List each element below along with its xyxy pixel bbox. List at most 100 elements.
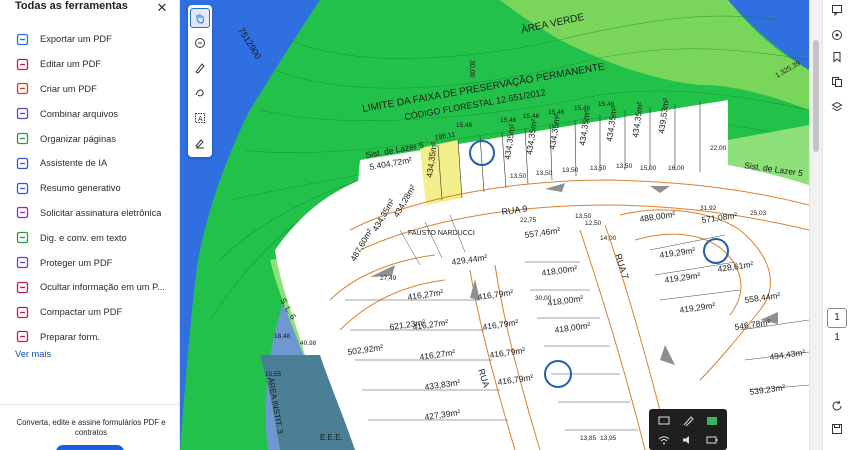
organize-pages-icon bbox=[16, 132, 29, 145]
dimension-label: 25,03 bbox=[750, 210, 767, 217]
tool-item-label: Dig. e conv. em texto bbox=[40, 232, 127, 243]
tool-item-label: Ocultar informação em um P... bbox=[40, 282, 165, 293]
current-page-input[interactable]: 1 bbox=[827, 308, 847, 328]
ai-chat-icon[interactable] bbox=[829, 27, 845, 43]
svg-text:A: A bbox=[198, 116, 203, 123]
all-tools-panel: Todas as ferramentas ✕ Exportar um PDF Ed… bbox=[0, 0, 180, 450]
tool-item-label: Resumo generativo bbox=[40, 183, 121, 194]
compress-pdf-icon bbox=[16, 306, 29, 318]
tool-item[interactable]: Organizar páginas bbox=[0, 126, 180, 151]
scan-ocr-icon bbox=[16, 232, 29, 244]
dimension-label: 15,46 bbox=[548, 109, 565, 116]
dimension-label: 13,50 bbox=[562, 167, 579, 174]
fill-sign-icon[interactable] bbox=[190, 133, 210, 153]
create-pdf-icon bbox=[16, 83, 29, 95]
dimension-label: 15,46 bbox=[598, 101, 615, 108]
dimension-label: 14,00 bbox=[600, 235, 617, 242]
layers-icon[interactable] bbox=[829, 99, 845, 115]
dimension-label: 15,46 bbox=[500, 117, 517, 124]
tool-item-label: Editar um PDF bbox=[40, 59, 101, 70]
total-pages: 1 bbox=[834, 332, 840, 343]
redact-icon bbox=[16, 281, 29, 294]
pen-icon[interactable] bbox=[681, 415, 695, 427]
dimension-label: 16,00 bbox=[668, 165, 685, 172]
ai-assistant-icon bbox=[16, 157, 29, 170]
tool-item[interactable]: Preparar form. bbox=[0, 325, 180, 350]
close-icon[interactable]: ✕ bbox=[156, 1, 168, 14]
watermark-text: FAUSTO NARDUCCI bbox=[408, 230, 475, 237]
system-tray-popup bbox=[649, 409, 727, 450]
dimension-label: 15,55 bbox=[265, 371, 282, 378]
add-comment-icon[interactable] bbox=[190, 33, 210, 53]
cast-icon[interactable] bbox=[657, 415, 671, 427]
tool-item[interactable]: Solicitar assinatura eletrônica bbox=[0, 201, 180, 226]
dimension-label: 22,75 bbox=[520, 217, 537, 224]
right-side-rail: 1 1 bbox=[822, 0, 850, 450]
dimension-label: 40,98 bbox=[300, 340, 317, 347]
dimension-label: 12,50 bbox=[585, 220, 602, 227]
label-dist-30: 30,00 bbox=[468, 60, 475, 78]
dimension-label: 13,50 bbox=[575, 213, 592, 220]
dimension-label: 30,00 bbox=[535, 295, 552, 302]
protect-pdf-icon bbox=[16, 256, 29, 269]
thumbnails-icon[interactable] bbox=[829, 74, 845, 90]
refresh-icon[interactable] bbox=[829, 398, 845, 414]
tool-item-label: Exportar um PDF bbox=[40, 34, 112, 45]
tool-item[interactable]: Ocultar informação em um P... bbox=[0, 275, 180, 300]
highlight-pen-icon[interactable] bbox=[190, 58, 210, 78]
dimension-label: 15,00 bbox=[640, 165, 657, 172]
dimension-label: 13,85 bbox=[580, 435, 597, 442]
tool-item[interactable]: Compactar um PDF bbox=[0, 300, 180, 325]
tool-item-label: Solicitar assinatura eletrônica bbox=[40, 207, 162, 218]
dimension-label: 15,46 bbox=[456, 122, 473, 129]
promo-button[interactable] bbox=[56, 445, 124, 450]
vertical-scrollbar[interactable] bbox=[809, 0, 822, 450]
battery-icon[interactable] bbox=[705, 434, 719, 446]
export-pdf-icon bbox=[16, 33, 29, 46]
tool-item[interactable]: Criar um PDF bbox=[0, 77, 180, 102]
tool-item-label: Preparar form. bbox=[40, 331, 100, 342]
draw-icon[interactable] bbox=[190, 83, 210, 103]
tool-item-label: Compactar um PDF bbox=[40, 307, 123, 318]
app-icon[interactable] bbox=[705, 415, 719, 427]
save-icon[interactable] bbox=[829, 421, 845, 437]
tool-list: Exportar um PDF Editar um PDF Criar um PDF… bbox=[0, 27, 180, 349]
bookmarks-icon[interactable] bbox=[829, 49, 845, 65]
dimension-label: 13,50 bbox=[510, 173, 527, 180]
annotation-tool-rail: A bbox=[188, 5, 212, 157]
tool-item[interactable]: Editar um PDF bbox=[0, 52, 180, 77]
tool-item[interactable]: Dig. e conv. em texto bbox=[0, 225, 180, 250]
dimension-label: 15,46 bbox=[574, 105, 591, 112]
document-viewport[interactable]: ÁREA VERDE LIMITE DA FAIXA DE PRESERVAÇÃ… bbox=[180, 0, 809, 450]
tool-item[interactable]: Combinar arquivos bbox=[0, 101, 180, 126]
tool-item-label: Proteger um PDF bbox=[40, 257, 113, 268]
request-signature-icon bbox=[16, 207, 29, 219]
see-more-link[interactable]: Ver mais bbox=[15, 349, 51, 359]
tool-item-label: Organizar páginas bbox=[40, 133, 116, 144]
text-select-icon[interactable]: A bbox=[190, 108, 210, 128]
panel-title: Todas as ferramentas bbox=[15, 0, 128, 12]
comments-icon[interactable] bbox=[829, 2, 845, 18]
hand-icon[interactable] bbox=[190, 8, 210, 28]
dimension-label: 27,49 bbox=[380, 275, 397, 282]
tool-item[interactable]: Assistente de IA bbox=[0, 151, 180, 176]
pdf-viewer-app: Todas as ferramentas ✕ Exportar um PDF Ed… bbox=[0, 0, 850, 450]
tool-item[interactable]: Resumo generativo bbox=[0, 176, 180, 201]
promo-text: Converta, edite e assine formulários PDF… bbox=[16, 418, 166, 437]
panel-divider bbox=[0, 404, 180, 405]
dimension-label: 13,50 bbox=[536, 170, 553, 177]
volume-icon[interactable] bbox=[681, 434, 695, 446]
label-eee: E.E.E. bbox=[320, 433, 343, 442]
tool-item-label: Assistente de IA bbox=[40, 158, 108, 169]
prepare-form-icon bbox=[16, 331, 29, 343]
tool-item[interactable]: Exportar um PDF bbox=[0, 27, 180, 52]
tool-item-label: Criar um PDF bbox=[40, 83, 97, 94]
dimension-label: 13,50 bbox=[616, 163, 633, 170]
tool-item[interactable]: Proteger um PDF bbox=[0, 250, 180, 275]
dimension-label: 18,48 bbox=[274, 333, 291, 340]
generative-summary-icon bbox=[16, 182, 29, 194]
dimension-label: 22,00 bbox=[710, 145, 727, 152]
scroll-thumb[interactable] bbox=[813, 40, 819, 152]
dimension-label: 15,46 bbox=[523, 113, 540, 120]
wifi-icon[interactable] bbox=[657, 434, 671, 446]
